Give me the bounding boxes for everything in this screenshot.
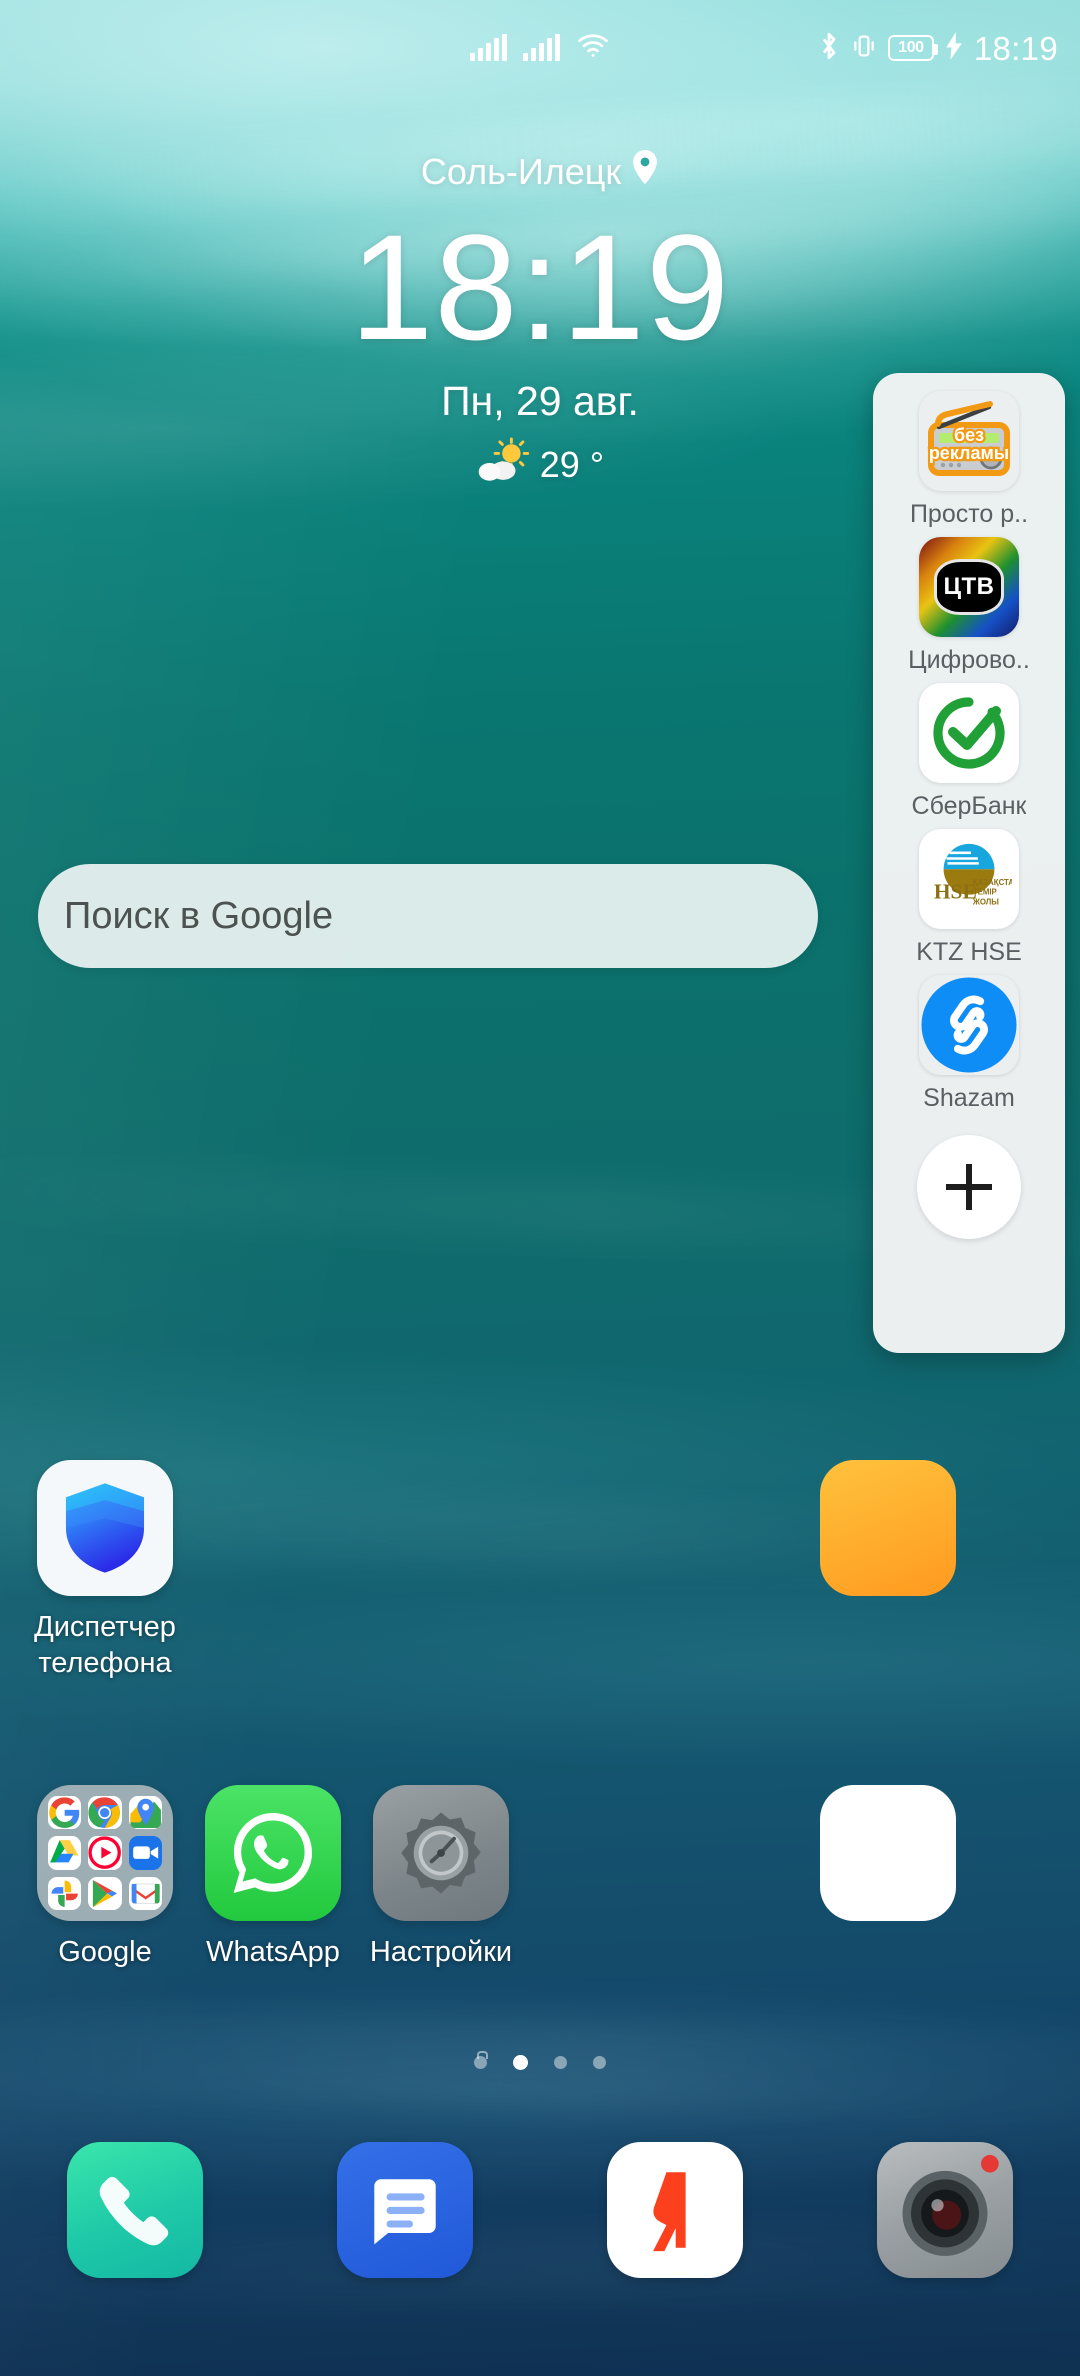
shazam-icon (919, 975, 1019, 1075)
bluetooth-icon (818, 31, 840, 66)
app-label: Диспетчер телефона (34, 1611, 176, 1680)
ktz-hse-icon: HSE ҚАЗАҚСТАНТЕМІРЖОЛЫ (919, 829, 1019, 929)
google-folder-icon (37, 1785, 173, 1921)
app-label: WhatsApp (206, 1936, 340, 1968)
status-bar: 100 18:19 (0, 0, 1080, 96)
sidebar-item-shazam[interactable]: Shazam (873, 975, 1065, 1113)
sberbank-icon (919, 683, 1019, 783)
gmail-icon (128, 1876, 162, 1910)
app-icon-occluded-top[interactable] (820, 1460, 956, 1596)
google-search-bar[interactable]: Поиск в Google (38, 864, 818, 968)
sidebar-item-label: Цифрово.. (908, 646, 1030, 674)
signal-bars-sim2-icon (523, 34, 560, 61)
svg-text:ҚАЗАҚСТАН: ҚАЗАҚСТАН (973, 878, 1012, 887)
app-phone-manager[interactable]: Диспетчер телефона (5, 1460, 205, 1682)
sidebar-item-ktz-hse[interactable]: HSE ҚАЗАҚСТАНТЕМІРЖОЛЫ KTZ HSE (873, 829, 1065, 967)
dock (0, 2142, 1080, 2342)
drive-icon (48, 1836, 82, 1870)
dock-item-phone[interactable] (0, 2142, 270, 2342)
status-bar-clock: 18:19 (973, 29, 1058, 67)
sidebar-item-sberbank[interactable]: СберБанк (873, 683, 1065, 821)
camera-icon (877, 2142, 1013, 2278)
weather-temperature: 29 ° (539, 443, 605, 485)
sidebar-item-radio[interactable]: без рекламы Просто р.. (873, 391, 1065, 529)
yandex-icon (607, 2142, 743, 2278)
svg-text:HSE: HSE (934, 880, 977, 904)
sidebar-item-label: Просто р.. (909, 500, 1029, 528)
page-dot-1[interactable] (513, 2055, 528, 2070)
maps-icon (128, 1796, 162, 1830)
sidebar-item-label: KTZ HSE (916, 938, 1022, 966)
radio-app-icon: без рекламы (919, 391, 1019, 491)
chrome-icon (88, 1796, 122, 1830)
sidebar-app-panel[interactable]: без рекламы Просто р.. ЦТВ Цифрово.. Сбе… (873, 373, 1065, 1353)
wifi-icon (576, 32, 610, 64)
battery-icon: 100 (887, 35, 938, 61)
partly-cloudy-icon (476, 437, 532, 492)
ctv-icon: ЦТВ (919, 537, 1019, 637)
dock-item-yandex[interactable] (540, 2142, 810, 2342)
messages-icon (337, 2142, 473, 2278)
sidebar-item-ctv[interactable]: ЦТВ Цифрово.. (873, 537, 1065, 675)
svg-text:без: без (954, 425, 984, 445)
svg-text:ТЕМІР: ТЕМІР (973, 888, 997, 897)
page-dot-2[interactable] (554, 2056, 567, 2069)
whatsapp-icon (205, 1785, 341, 1921)
add-shortcut-button[interactable] (917, 1135, 1021, 1239)
vibrate-icon (851, 32, 877, 65)
signal-bars-sim1-icon (470, 34, 507, 61)
page-dot-3[interactable] (593, 2056, 606, 2069)
dock-item-camera[interactable] (810, 2142, 1080, 2342)
phone-dialer-icon (67, 2142, 203, 2278)
page-dot-home[interactable] (474, 2051, 488, 2069)
page-indicator[interactable] (0, 2051, 1080, 2070)
google-search-icon (48, 1796, 82, 1830)
search-input-placeholder[interactable]: Поиск в Google (64, 895, 333, 938)
svg-text:ЖОЛЫ: ЖОЛЫ (972, 897, 999, 906)
sidebar-item-label: СберБанк (911, 792, 1027, 820)
app-label: Google (58, 1936, 152, 1968)
plus-icon-vertical (966, 1164, 972, 1210)
app-settings[interactable]: Настройки (341, 1785, 541, 1970)
location-label: Соль-Илецк (420, 150, 622, 192)
svg-text:рекламы: рекламы (929, 443, 1009, 463)
settings-gear-icon (373, 1785, 509, 1921)
battery-level: 100 (898, 39, 924, 56)
location-row[interactable]: Соль-Илецк (0, 150, 1080, 193)
dock-item-messages[interactable] (270, 2142, 540, 2342)
app-icon-occluded-bottom[interactable] (820, 1785, 956, 1921)
meet-icon (128, 1836, 162, 1870)
charging-bolt-icon (945, 31, 963, 65)
photos-icon (48, 1876, 82, 1910)
phone-manager-shield-icon (37, 1460, 173, 1596)
clock-time[interactable]: 18:19 (0, 199, 1080, 376)
location-pin-icon (631, 150, 659, 193)
youtube-music-icon (88, 1836, 122, 1870)
sidebar-item-label: Shazam (923, 1084, 1015, 1112)
play-store-icon (88, 1876, 122, 1910)
app-label: Настройки (369, 1936, 513, 1968)
ctv-label: ЦТВ (934, 559, 1004, 615)
